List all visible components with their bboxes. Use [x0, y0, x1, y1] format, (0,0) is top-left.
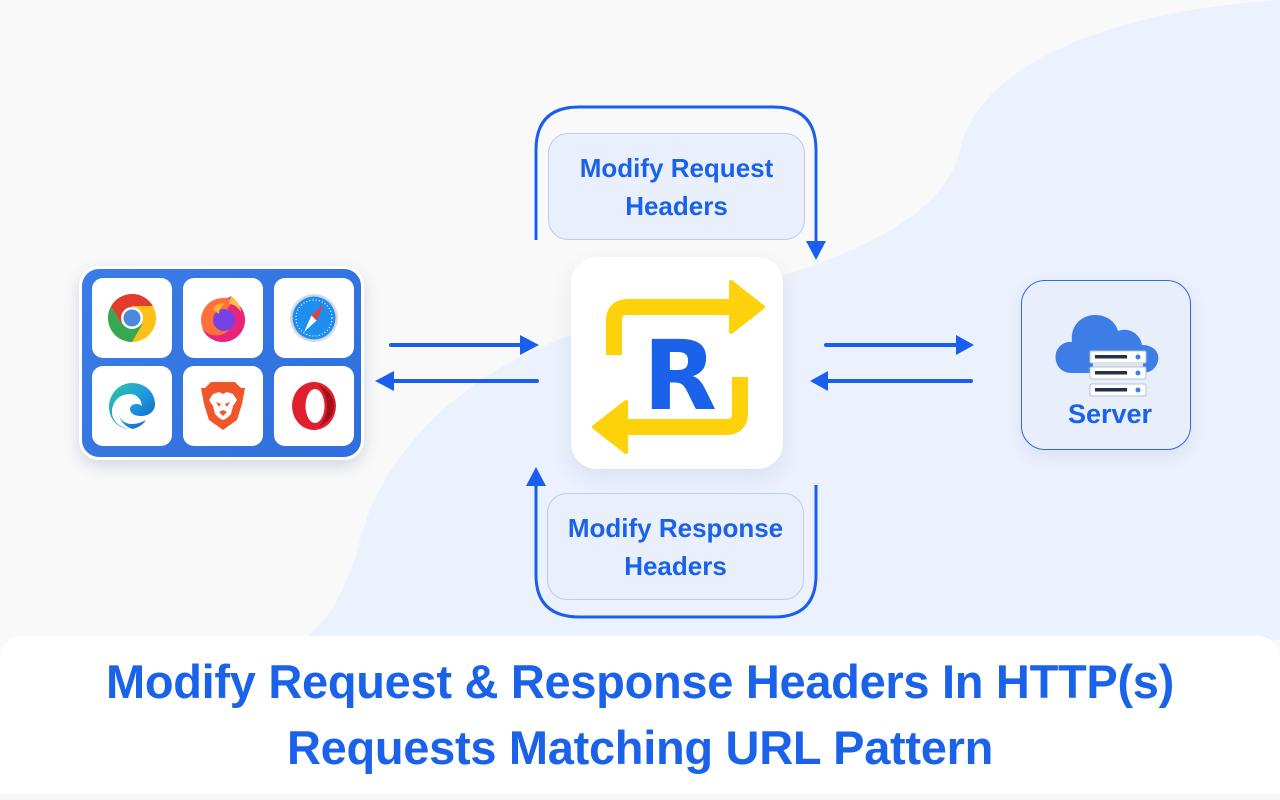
response-label-line-1: Modify Response — [567, 512, 784, 543]
browser-tile-chrome — [92, 278, 172, 358]
browser-tile-edge — [92, 366, 172, 446]
requestly-letter: R — [643, 320, 717, 432]
server-card: Server — [1021, 280, 1191, 450]
caption-line-2: Requests Matching URL Pattern — [287, 721, 993, 774]
browser-tile-firefox — [183, 278, 263, 358]
cloud-server-icon — [1055, 315, 1159, 397]
caption-panel: Modify Request & Response Headers In HTT… — [0, 636, 1280, 794]
browser-tile-safari — [274, 278, 354, 358]
browser-to-app-arrow — [389, 335, 539, 355]
opera-icon — [292, 382, 336, 430]
caption-line-1: Modify Request & Response Headers In HTT… — [106, 655, 1174, 708]
firefox-icon — [201, 296, 245, 342]
browser-tile-opera — [274, 366, 354, 446]
browser-tile-brave — [183, 366, 263, 446]
requestly-app-icon: R — [571, 257, 783, 469]
browsers-panel — [79, 266, 364, 460]
safari-icon — [290, 294, 338, 342]
bottom-strip — [0, 794, 1280, 800]
brave-icon — [201, 382, 245, 430]
response-label-line-2: Headers — [624, 550, 727, 581]
requestly-swap-arrows-icon: R — [592, 280, 765, 454]
modify-response-headers-label: Modify Response Headers — [547, 493, 804, 600]
server-label: Server — [1067, 399, 1153, 429]
modify-request-headers-label: Modify Request Headers — [548, 133, 805, 240]
request-label-line-1: Modify Request — [579, 152, 774, 183]
chrome-icon — [107, 294, 156, 342]
edge-icon — [109, 383, 155, 430]
request-label-line-2: Headers — [625, 190, 728, 221]
